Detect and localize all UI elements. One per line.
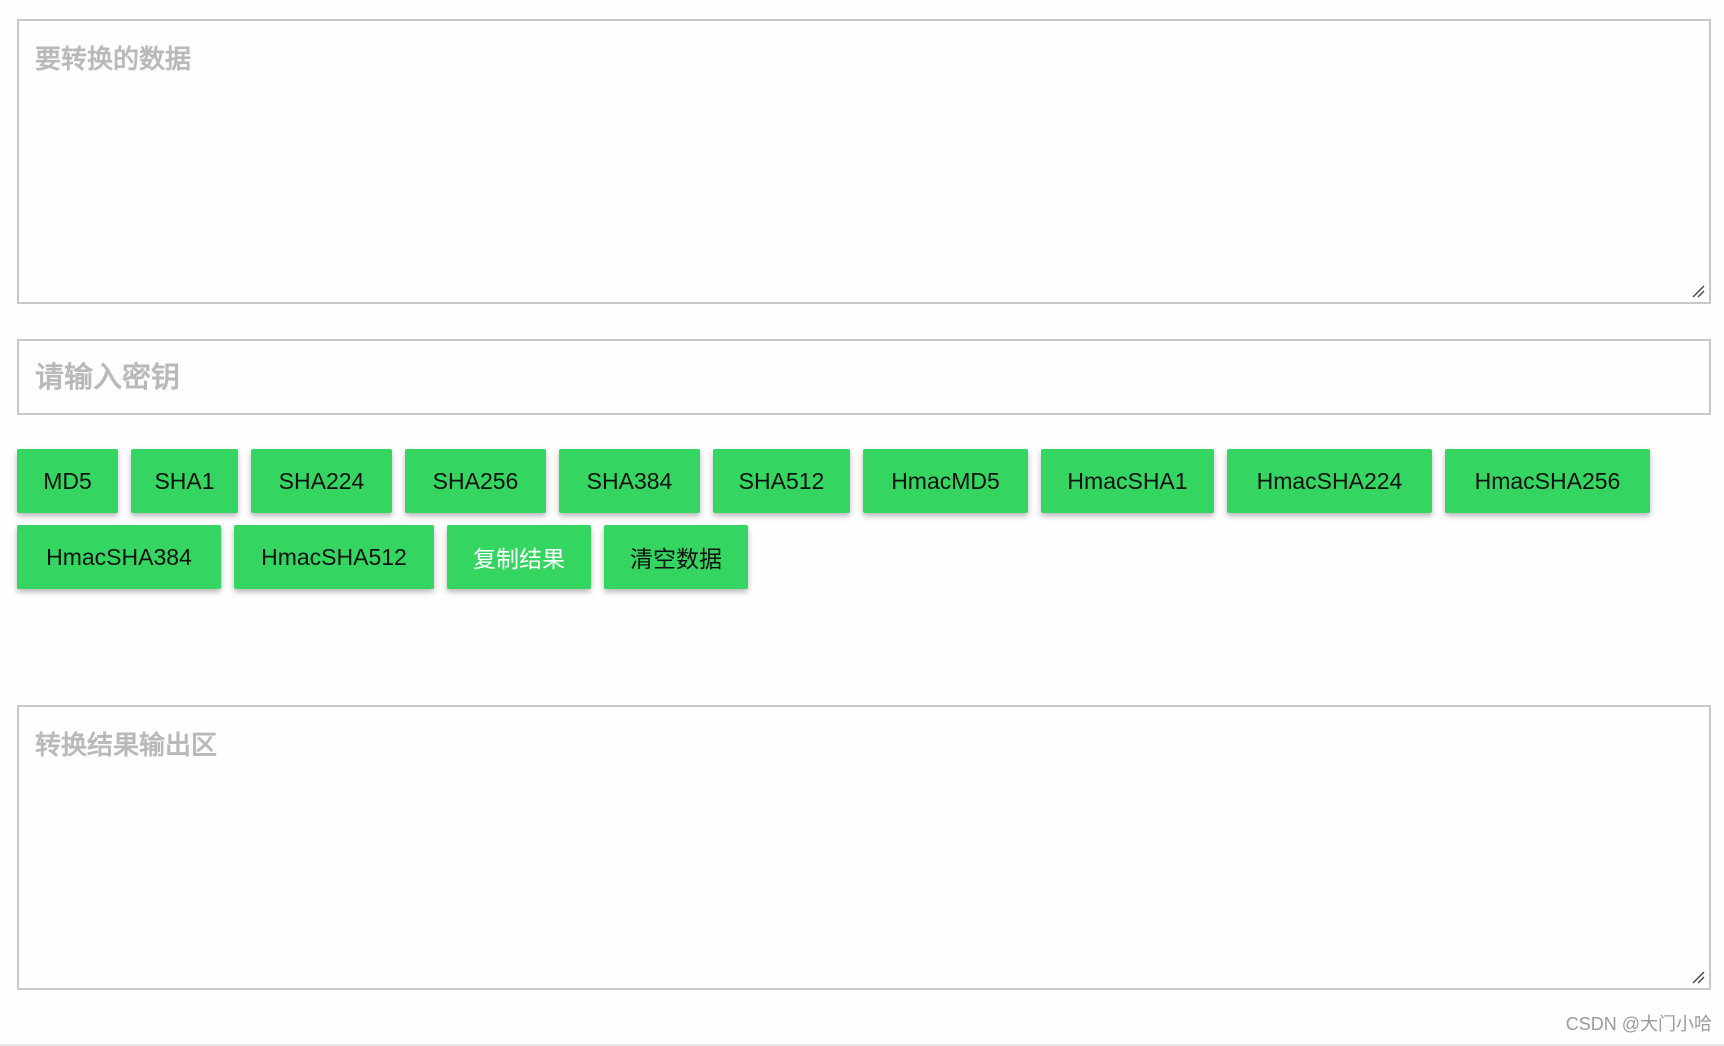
sha384-button[interactable]: SHA384 bbox=[559, 449, 700, 513]
hmacsha256-button[interactable]: HmacSHA256 bbox=[1445, 449, 1650, 513]
clear-data-button[interactable]: 清空数据 bbox=[604, 525, 748, 589]
sha224-button[interactable]: SHA224 bbox=[251, 449, 392, 513]
hmacsha1-button[interactable]: HmacSHA1 bbox=[1041, 449, 1214, 513]
resize-grip-icon[interactable] bbox=[1691, 970, 1705, 984]
button-row-1: MD5 SHA1 SHA224 SHA256 SHA384 SHA512 Hma… bbox=[17, 449, 1711, 513]
hmacmd5-button[interactable]: HmacMD5 bbox=[863, 449, 1028, 513]
resize-grip-icon[interactable] bbox=[1691, 284, 1705, 298]
input-data-textarea[interactable] bbox=[19, 21, 1709, 302]
csdn-watermark: CSDN @大门小哈 bbox=[1565, 1014, 1712, 1034]
hmacsha224-button[interactable]: HmacSHA224 bbox=[1227, 449, 1432, 513]
hash-converter-page: MD5 SHA1 SHA224 SHA256 SHA384 SHA512 Hma… bbox=[0, 0, 1724, 1046]
output-result-area bbox=[17, 705, 1711, 990]
sha256-button[interactable]: SHA256 bbox=[405, 449, 546, 513]
output-result-textarea[interactable] bbox=[19, 707, 1709, 988]
hmacsha512-button[interactable]: HmacSHA512 bbox=[234, 525, 434, 589]
md5-button[interactable]: MD5 bbox=[17, 449, 118, 513]
copy-result-button[interactable]: 复制结果 bbox=[447, 525, 591, 589]
hmacsha384-button[interactable]: HmacSHA384 bbox=[17, 525, 221, 589]
secret-key-input[interactable] bbox=[19, 341, 1709, 413]
algorithm-button-area: MD5 SHA1 SHA224 SHA256 SHA384 SHA512 Hma… bbox=[17, 449, 1711, 601]
button-row-2: HmacSHA384 HmacSHA512 复制结果 清空数据 bbox=[17, 525, 1711, 589]
input-data-area bbox=[17, 19, 1711, 304]
sha1-button[interactable]: SHA1 bbox=[131, 449, 238, 513]
secret-key-box bbox=[17, 339, 1711, 415]
sha512-button[interactable]: SHA512 bbox=[713, 449, 850, 513]
